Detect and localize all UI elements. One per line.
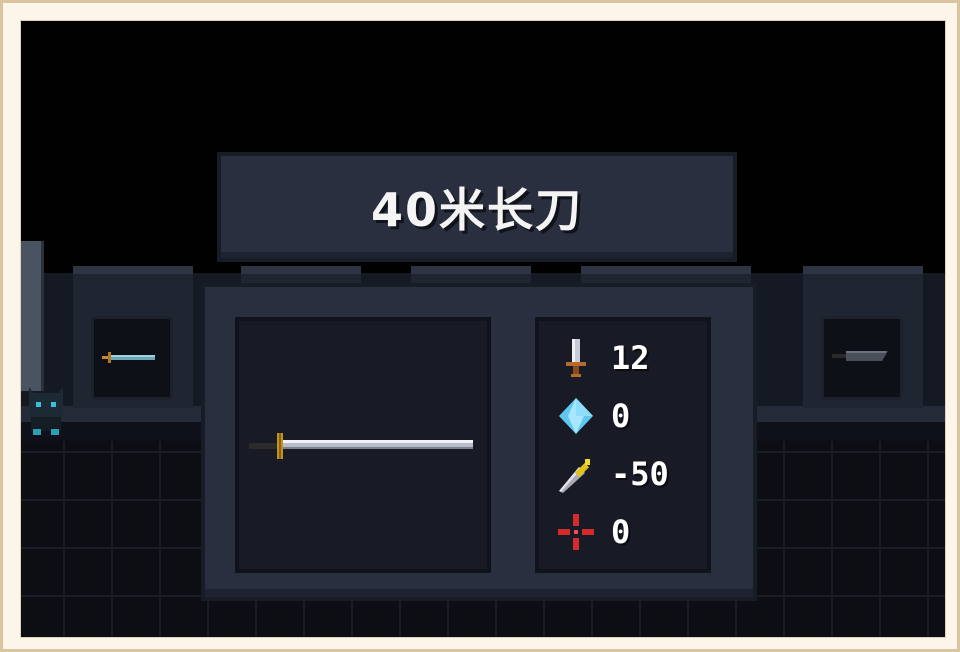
pedestal-right-slot <box>821 316 903 400</box>
wall-pillar <box>21 241 44 391</box>
screenshot-frame: 40米长刀 12 0 -50 0 <box>0 0 960 652</box>
stat-damage: 12 <box>555 335 650 381</box>
stat-crit-value: 0 <box>611 513 631 551</box>
game-scene: 40米长刀 12 0 -50 0 <box>20 20 946 638</box>
pedestal-left[interactable] <box>73 266 193 408</box>
weapon-name: 40米长刀 <box>370 183 583 237</box>
weapon-preview-box <box>235 317 491 573</box>
cat-pet-icon[interactable] <box>25 383 67 437</box>
kitchen-knife-icon <box>832 351 888 361</box>
crosshair-crit-icon <box>558 514 594 550</box>
stat-crit: 0 <box>555 509 630 555</box>
weapon-info-panel: 12 0 -50 0 <box>201 283 757 601</box>
sword-damage-icon <box>566 339 586 377</box>
stat-energy: 0 <box>555 393 630 439</box>
pedestal-right[interactable] <box>803 266 923 408</box>
dagger-accuracy-icon <box>559 459 590 493</box>
spear-weapon-icon <box>102 352 155 363</box>
weapon-stats-box: 12 0 -50 0 <box>535 317 711 573</box>
stat-energy-value: 0 <box>611 397 631 435</box>
stat-accuracy-value: -50 <box>611 455 669 493</box>
long-sword-icon <box>249 433 473 459</box>
stat-damage-value: 12 <box>611 339 650 377</box>
stat-accuracy: -50 <box>555 451 669 497</box>
weapon-name-banner: 40米长刀 <box>217 152 737 262</box>
pedestal-left-slot <box>91 316 173 400</box>
energy-crystal-icon <box>559 398 593 434</box>
